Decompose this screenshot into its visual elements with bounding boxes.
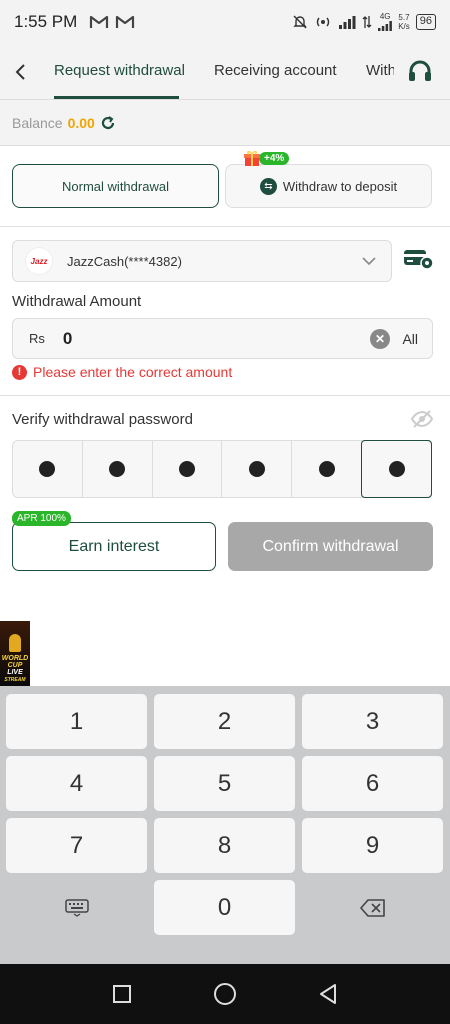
normal-withdrawal-label: Normal withdrawal <box>62 178 169 194</box>
signal-icon <box>378 21 393 31</box>
error-icon: ! <box>12 364 27 380</box>
pin-cell[interactable] <box>153 441 223 497</box>
signal-icon <box>339 16 356 29</box>
key-4[interactable]: 4 <box>6 756 147 811</box>
password-label: Verify withdrawal password <box>12 411 193 428</box>
account-label: JazzCash(****4382) <box>67 253 182 269</box>
key-0[interactable]: 0 <box>154 880 295 935</box>
tab-request-withdrawal[interactable]: Request withdrawal <box>54 62 185 79</box>
pin-cell[interactable] <box>13 441 83 497</box>
network-speed: 5.7 K/s <box>398 13 410 31</box>
card-settings-icon[interactable] <box>404 248 434 270</box>
notification-icons <box>89 14 135 30</box>
status-icons: 4G 5.7 K/s 96 <box>292 13 436 31</box>
all-amount-button[interactable]: All <box>402 331 418 347</box>
keyboard-icon <box>64 898 89 917</box>
pin-cell[interactable] <box>361 440 432 498</box>
pin-dot <box>109 461 126 477</box>
chevron-left-icon <box>15 64 25 80</box>
refresh-icon[interactable] <box>100 115 116 131</box>
key-2[interactable]: 2 <box>154 694 295 749</box>
pin-dot <box>248 461 265 477</box>
status-time: 1:55 PM <box>14 12 78 31</box>
jazzcash-logo: Jazz <box>25 247 53 275</box>
receiving-account-select[interactable]: Jazz JazzCash(****4382) <box>12 240 392 282</box>
bonus-percent: +4% <box>259 151 290 165</box>
key-8[interactable]: 8 <box>154 818 295 873</box>
normal-withdrawal-button[interactable]: Normal withdrawal <box>12 164 219 208</box>
gmail-icon <box>90 15 109 28</box>
back-button[interactable] <box>8 58 32 86</box>
numeric-keypad: 123 456 7890 <box>0 686 450 964</box>
chevron-down-icon <box>362 257 376 266</box>
pin-dot <box>318 461 335 477</box>
trophy-icon <box>9 634 21 652</box>
amount-input[interactable] <box>62 328 313 349</box>
clear-amount-button[interactable]: ✕ <box>370 329 390 349</box>
gmail-icon <box>116 15 135 28</box>
recent-apps-button[interactable] <box>110 982 134 1006</box>
eye-off-icon[interactable] <box>410 409 434 429</box>
withdraw-to-deposit-button[interactable]: ⇆ Withdraw to deposit <box>225 164 432 208</box>
gift-icon <box>244 150 260 166</box>
active-tab-indicator <box>54 96 179 99</box>
confirm-withdrawal-button[interactable]: Confirm withdrawal <box>228 522 433 571</box>
promo-text: WORLD CUP LIVE STREAM <box>1 655 29 683</box>
balance-row: Balance 0.00 <box>0 100 450 146</box>
key-7[interactable]: 7 <box>6 818 147 873</box>
balance-value: 0.00 <box>67 114 95 131</box>
withdrawal-amount-label: Withdrawal Amount <box>12 293 142 310</box>
square-icon <box>112 985 131 1003</box>
pin-dot <box>39 461 56 477</box>
currency-label: Rs <box>29 331 45 346</box>
key-6[interactable]: 6 <box>302 756 443 811</box>
data-arrows-icon <box>362 16 372 28</box>
key-9[interactable]: 9 <box>302 818 443 873</box>
triangle-back-icon <box>320 984 337 1004</box>
world-cup-live-stream-promo[interactable]: WORLD CUP LIVE STREAM <box>0 621 30 686</box>
bonus-badge: +4% <box>243 149 290 167</box>
amount-error: ! Please enter the correct amount <box>12 364 232 380</box>
earn-interest-button[interactable]: Earn interest <box>12 522 216 571</box>
battery-indicator: 96 <box>415 14 436 30</box>
backspace-button[interactable] <box>302 880 443 935</box>
system-nav-bar <box>0 964 450 1024</box>
hotspot-icon <box>317 17 330 27</box>
pin-dot <box>179 461 196 477</box>
home-button[interactable] <box>213 982 237 1006</box>
key-1[interactable]: 1 <box>6 694 147 749</box>
tab-withdrawal-records[interactable]: With <box>366 62 394 79</box>
password-pin-input[interactable] <box>12 440 432 498</box>
keyboard-toggle-button[interactable] <box>6 880 147 935</box>
customer-support-button[interactable] <box>406 58 434 86</box>
pin-cell[interactable] <box>222 441 293 497</box>
divider <box>0 395 450 396</box>
back-nav-button[interactable] <box>316 982 340 1006</box>
pin-dot <box>388 461 405 477</box>
pin-cell[interactable] <box>83 441 153 497</box>
key-3[interactable]: 3 <box>302 694 443 749</box>
pin-cell[interactable] <box>292 441 363 497</box>
withdraw-to-deposit-label: Withdraw to deposit <box>282 178 398 194</box>
amount-field: Rs ✕ All <box>12 318 433 359</box>
tab-bar: Request withdrawal Receiving account Wit… <box>0 44 450 100</box>
backspace-icon <box>359 898 385 917</box>
mute-bell-icon <box>293 15 307 29</box>
apr-badge: APR 100% <box>12 511 71 526</box>
amount-error-text: Please enter the correct amount <box>33 364 233 380</box>
balance-label: Balance <box>12 114 63 131</box>
status-bar: 1:55 PM 4G 5.7 K/s 96 <box>0 0 450 44</box>
network-type: 4G <box>379 12 391 21</box>
tab-receiving-account[interactable]: Receiving account <box>214 62 337 79</box>
key-5[interactable]: 5 <box>154 756 295 811</box>
swap-icon: ⇆ <box>259 177 277 195</box>
divider <box>0 226 450 227</box>
headset-icon <box>409 60 431 81</box>
circle-icon <box>213 983 236 1005</box>
